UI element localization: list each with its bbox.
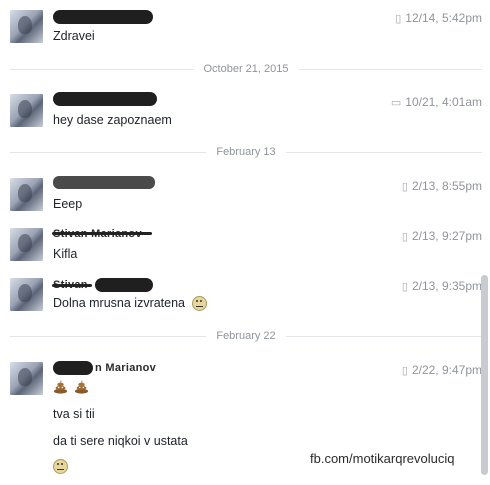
phone-icon: ▯ <box>395 12 402 25</box>
avatar[interactable] <box>10 362 43 395</box>
poop-emoji <box>53 379 68 394</box>
smiley-emoji <box>53 459 68 475</box>
message-text: hey dase zapoznaem <box>53 113 172 127</box>
timestamp: 2/13, 9:35pm <box>411 279 482 293</box>
date-separator: October 21, 2015 <box>10 62 483 76</box>
sender-name: n Marianov <box>95 362 157 374</box>
message-text: Kifla <box>53 247 78 261</box>
date-separator: February 22 <box>10 329 482 343</box>
redacted-name <box>53 92 157 106</box>
avatar[interactable] <box>10 278 43 311</box>
message-meta: ▯ 2/22, 9:47pm <box>402 363 482 377</box>
scribble <box>52 232 152 235</box>
avatar[interactable] <box>10 228 43 261</box>
message-meta: ▭ 10/21, 4:01am <box>391 95 482 109</box>
scribble <box>52 284 92 287</box>
timestamp: 12/14, 5:42pm <box>405 11 482 25</box>
message-text <box>53 459 68 475</box>
message-text: Zdravei <box>53 29 95 43</box>
timestamp: 2/13, 8:55pm <box>411 179 482 193</box>
watermark: fb.com/motikarqrevoluciq <box>310 451 455 466</box>
phone-icon: ▯ <box>401 230 408 243</box>
smiley-emoji <box>191 296 207 312</box>
message-text: Eeep <box>53 197 83 211</box>
redacted-name <box>53 176 155 189</box>
avatar[interactable] <box>10 178 43 211</box>
date-separator: February 13 <box>10 145 482 159</box>
timestamp: 2/13, 9:27pm <box>411 229 482 243</box>
redacted-name <box>53 10 153 24</box>
phone-icon: ▯ <box>401 180 408 193</box>
phone-icon: ▯ <box>401 364 408 377</box>
computer-icon: ▭ <box>390 96 402 109</box>
timestamp: 10/21, 4:01am <box>405 95 482 109</box>
timestamp: 2/22, 9:47pm <box>411 363 482 377</box>
message-text: da ti sere niqkoi v ustata <box>53 434 188 448</box>
message-meta: ▯ 2/13, 9:35pm <box>402 279 482 293</box>
avatar[interactable] <box>10 10 43 43</box>
avatar[interactable] <box>10 94 43 127</box>
message-meta: ▯ 12/14, 5:42pm <box>395 11 482 25</box>
message-text: tva si tii <box>53 407 95 421</box>
poop-emoji <box>74 379 89 394</box>
message-meta: ▯ 2/13, 9:27pm <box>402 229 482 243</box>
redacted-name <box>53 361 93 375</box>
message-text: Dolna mrusna izvratena <box>53 296 207 312</box>
message-meta: ▯ 2/13, 8:55pm <box>402 179 482 193</box>
redacted-name <box>95 278 153 292</box>
scrollbar[interactable] <box>481 275 488 475</box>
phone-icon: ▯ <box>401 280 408 293</box>
